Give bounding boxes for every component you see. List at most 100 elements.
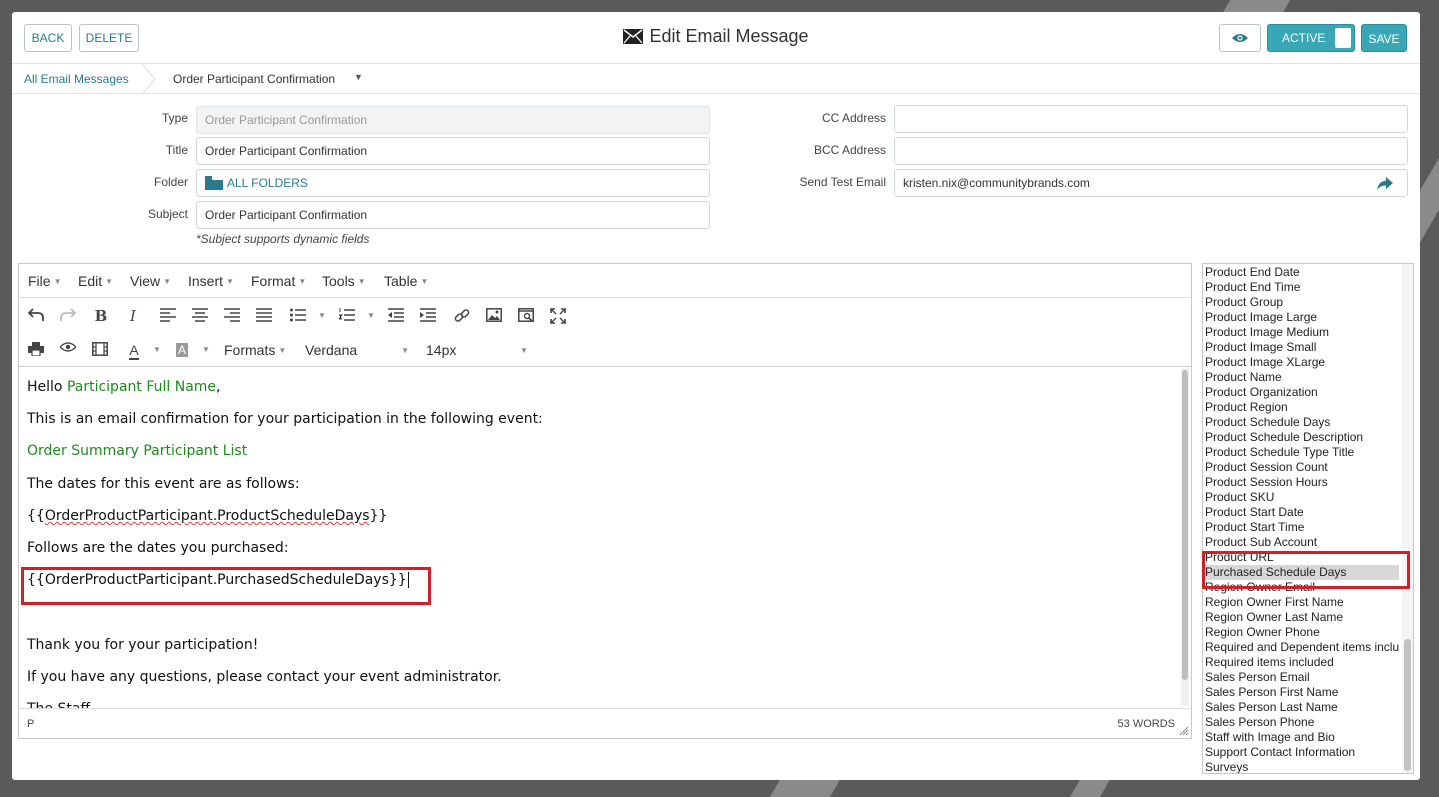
numbered-list-dropdown-icon[interactable]: ▼: [361, 306, 381, 326]
fullscreen-icon[interactable]: [548, 306, 568, 326]
outdent-icon[interactable]: [386, 306, 406, 326]
title-input[interactable]: Order Participant Confirmation: [196, 137, 710, 165]
undo-icon[interactable]: [26, 306, 46, 326]
preview-eye-icon[interactable]: [58, 340, 78, 360]
field-list-item[interactable]: Product End Date: [1205, 265, 1399, 280]
field-list-item[interactable]: Product Name: [1205, 370, 1399, 385]
field-list-item[interactable]: Product Session Hours: [1205, 475, 1399, 490]
field-list-item[interactable]: Surveys: [1205, 760, 1399, 773]
numbered-list-icon[interactable]: [337, 306, 357, 326]
send-test-email-input[interactable]: kristen.nix@communitybrands.com: [894, 169, 1364, 197]
field-list-item[interactable]: Region Owner Last Name: [1205, 610, 1399, 625]
editor-scrollbar[interactable]: [1181, 368, 1189, 706]
field-list-item[interactable]: Product Schedule Days: [1205, 415, 1399, 430]
preview-button[interactable]: [1219, 24, 1261, 52]
cc-input[interactable]: [894, 105, 1408, 133]
menu-file-label: File: [28, 273, 51, 289]
menu-edit[interactable]: Edit ▼: [78, 273, 113, 289]
film-icon[interactable]: [90, 340, 110, 360]
active-toggle-label: ACTIVE: [1282, 31, 1326, 45]
background-color-icon[interactable]: A: [172, 340, 192, 360]
link-icon[interactable]: [452, 306, 472, 326]
content-line-dates: The dates for this event are as follows:: [27, 476, 300, 492]
save-button[interactable]: SAVE: [1361, 24, 1407, 52]
editor-scrollbar-thumb[interactable]: [1182, 370, 1188, 680]
field-list-item[interactable]: Product End Time: [1205, 280, 1399, 295]
breadcrumb-all-email-messages[interactable]: All Email Messages: [24, 72, 129, 86]
field-list-item[interactable]: Product Image Large: [1205, 310, 1399, 325]
active-toggle[interactable]: ACTIVE: [1267, 24, 1355, 52]
breadcrumb-current[interactable]: Order Participant Confirmation: [173, 72, 335, 86]
field-list-item[interactable]: Required items included: [1205, 655, 1399, 670]
field-list-item[interactable]: Sales Person Email: [1205, 670, 1399, 685]
dynamic-field-order-summary[interactable]: Order Summary Participant List: [27, 443, 247, 459]
menu-table[interactable]: Table ▼: [384, 273, 428, 289]
field-list-item[interactable]: Product Start Date: [1205, 505, 1399, 520]
field-list-scrollbar[interactable]: [1402, 264, 1413, 773]
element-path[interactable]: P: [27, 718, 34, 730]
field-list-scrollbar-thumb[interactable]: [1404, 639, 1411, 771]
field-list-item[interactable]: Sales Person Phone: [1205, 715, 1399, 730]
formats-dropdown[interactable]: Formats ▼: [224, 342, 286, 358]
menu-file[interactable]: File ▼: [28, 273, 61, 289]
justify-icon[interactable]: [254, 306, 274, 326]
italic-icon[interactable]: I: [123, 306, 143, 326]
menu-insert[interactable]: Insert ▼: [188, 273, 234, 289]
align-left-icon[interactable]: [158, 306, 178, 326]
field-list-item[interactable]: Product Organization: [1205, 385, 1399, 400]
field-list-item[interactable]: Product Schedule Description: [1205, 430, 1399, 445]
editor-toolbar-1: B I ▼ ▼: [19, 299, 1191, 333]
field-list-item[interactable]: Product SKU: [1205, 490, 1399, 505]
background-color-dropdown-icon[interactable]: ▼: [196, 340, 216, 360]
align-center-icon[interactable]: [190, 306, 210, 326]
field-list-item[interactable]: Sales Person Last Name: [1205, 700, 1399, 715]
field-list-item[interactable]: Support Contact Information: [1205, 745, 1399, 760]
field-list-item[interactable]: Product Schedule Type Title: [1205, 445, 1399, 460]
font-size-dropdown[interactable]: 14px ▼: [426, 342, 528, 358]
editor-content[interactable]: Hello Participant Full Name, This is an …: [19, 367, 1179, 709]
field-list-item[interactable]: Sales Person First Name: [1205, 685, 1399, 700]
send-test-button[interactable]: [1363, 169, 1408, 197]
field-list-item[interactable]: Product Image Small: [1205, 340, 1399, 355]
field-list-item[interactable]: Product Image Medium: [1205, 325, 1399, 340]
bold-icon[interactable]: B: [91, 306, 111, 326]
media-search-icon[interactable]: [516, 306, 536, 326]
word-count: 53 WORDS: [1117, 718, 1175, 730]
text-color-dropdown-icon[interactable]: ▼: [147, 340, 167, 360]
redo-icon[interactable]: [58, 306, 78, 326]
field-list-item[interactable]: Staff with Image and Bio: [1205, 730, 1399, 745]
field-list-item[interactable]: Region Owner Phone: [1205, 625, 1399, 640]
indent-icon[interactable]: [418, 306, 438, 326]
field-list-item[interactable]: Product Group: [1205, 295, 1399, 310]
bcc-input[interactable]: [894, 137, 1408, 165]
field-list-item[interactable]: Product Image XLarge: [1205, 355, 1399, 370]
field-list-item[interactable]: Required and Dependent items included: [1205, 640, 1399, 655]
greeting-prefix: Hello: [27, 379, 67, 395]
cc-label: CC Address: [821, 111, 886, 125]
resize-handle-icon[interactable]: [1179, 726, 1189, 736]
type-field: Order Participant Confirmation: [196, 106, 710, 134]
bullet-list-dropdown-icon[interactable]: ▼: [312, 306, 332, 326]
dynamic-field-participant-full-name[interactable]: Participant Full Name: [67, 379, 216, 395]
image-icon[interactable]: [484, 306, 504, 326]
folder-value-text: ALL FOLDERS: [227, 176, 308, 190]
field-list-item[interactable]: Product Region: [1205, 400, 1399, 415]
field-list-item[interactable]: Product Start Time: [1205, 520, 1399, 535]
print-icon[interactable]: [26, 340, 46, 360]
menu-view[interactable]: View ▼: [130, 273, 171, 289]
breadcrumb: All Email Messages Order Participant Con…: [12, 64, 1420, 94]
subject-input[interactable]: Order Participant Confirmation: [196, 201, 710, 229]
field-list-item[interactable]: Product Sub Account: [1205, 535, 1399, 550]
field-list-item[interactable]: Product Session Count: [1205, 460, 1399, 475]
font-family-dropdown[interactable]: Verdana ▼: [305, 342, 409, 358]
folder-picker[interactable]: ALL FOLDERS: [196, 169, 710, 197]
text-color-icon[interactable]: A: [124, 340, 144, 360]
menu-tools[interactable]: Tools ▼: [322, 273, 366, 289]
field-list-item[interactable]: Region Owner First Name: [1205, 595, 1399, 610]
menu-format[interactable]: Format ▼: [251, 273, 306, 289]
bullet-list-icon[interactable]: [288, 306, 308, 326]
token-open: {{: [27, 508, 45, 524]
chevron-down-icon[interactable]: ▼: [354, 72, 363, 82]
dynamic-field-list[interactable]: Product End Date Product End Time Product …: [1202, 263, 1414, 774]
align-right-icon[interactable]: [222, 306, 242, 326]
